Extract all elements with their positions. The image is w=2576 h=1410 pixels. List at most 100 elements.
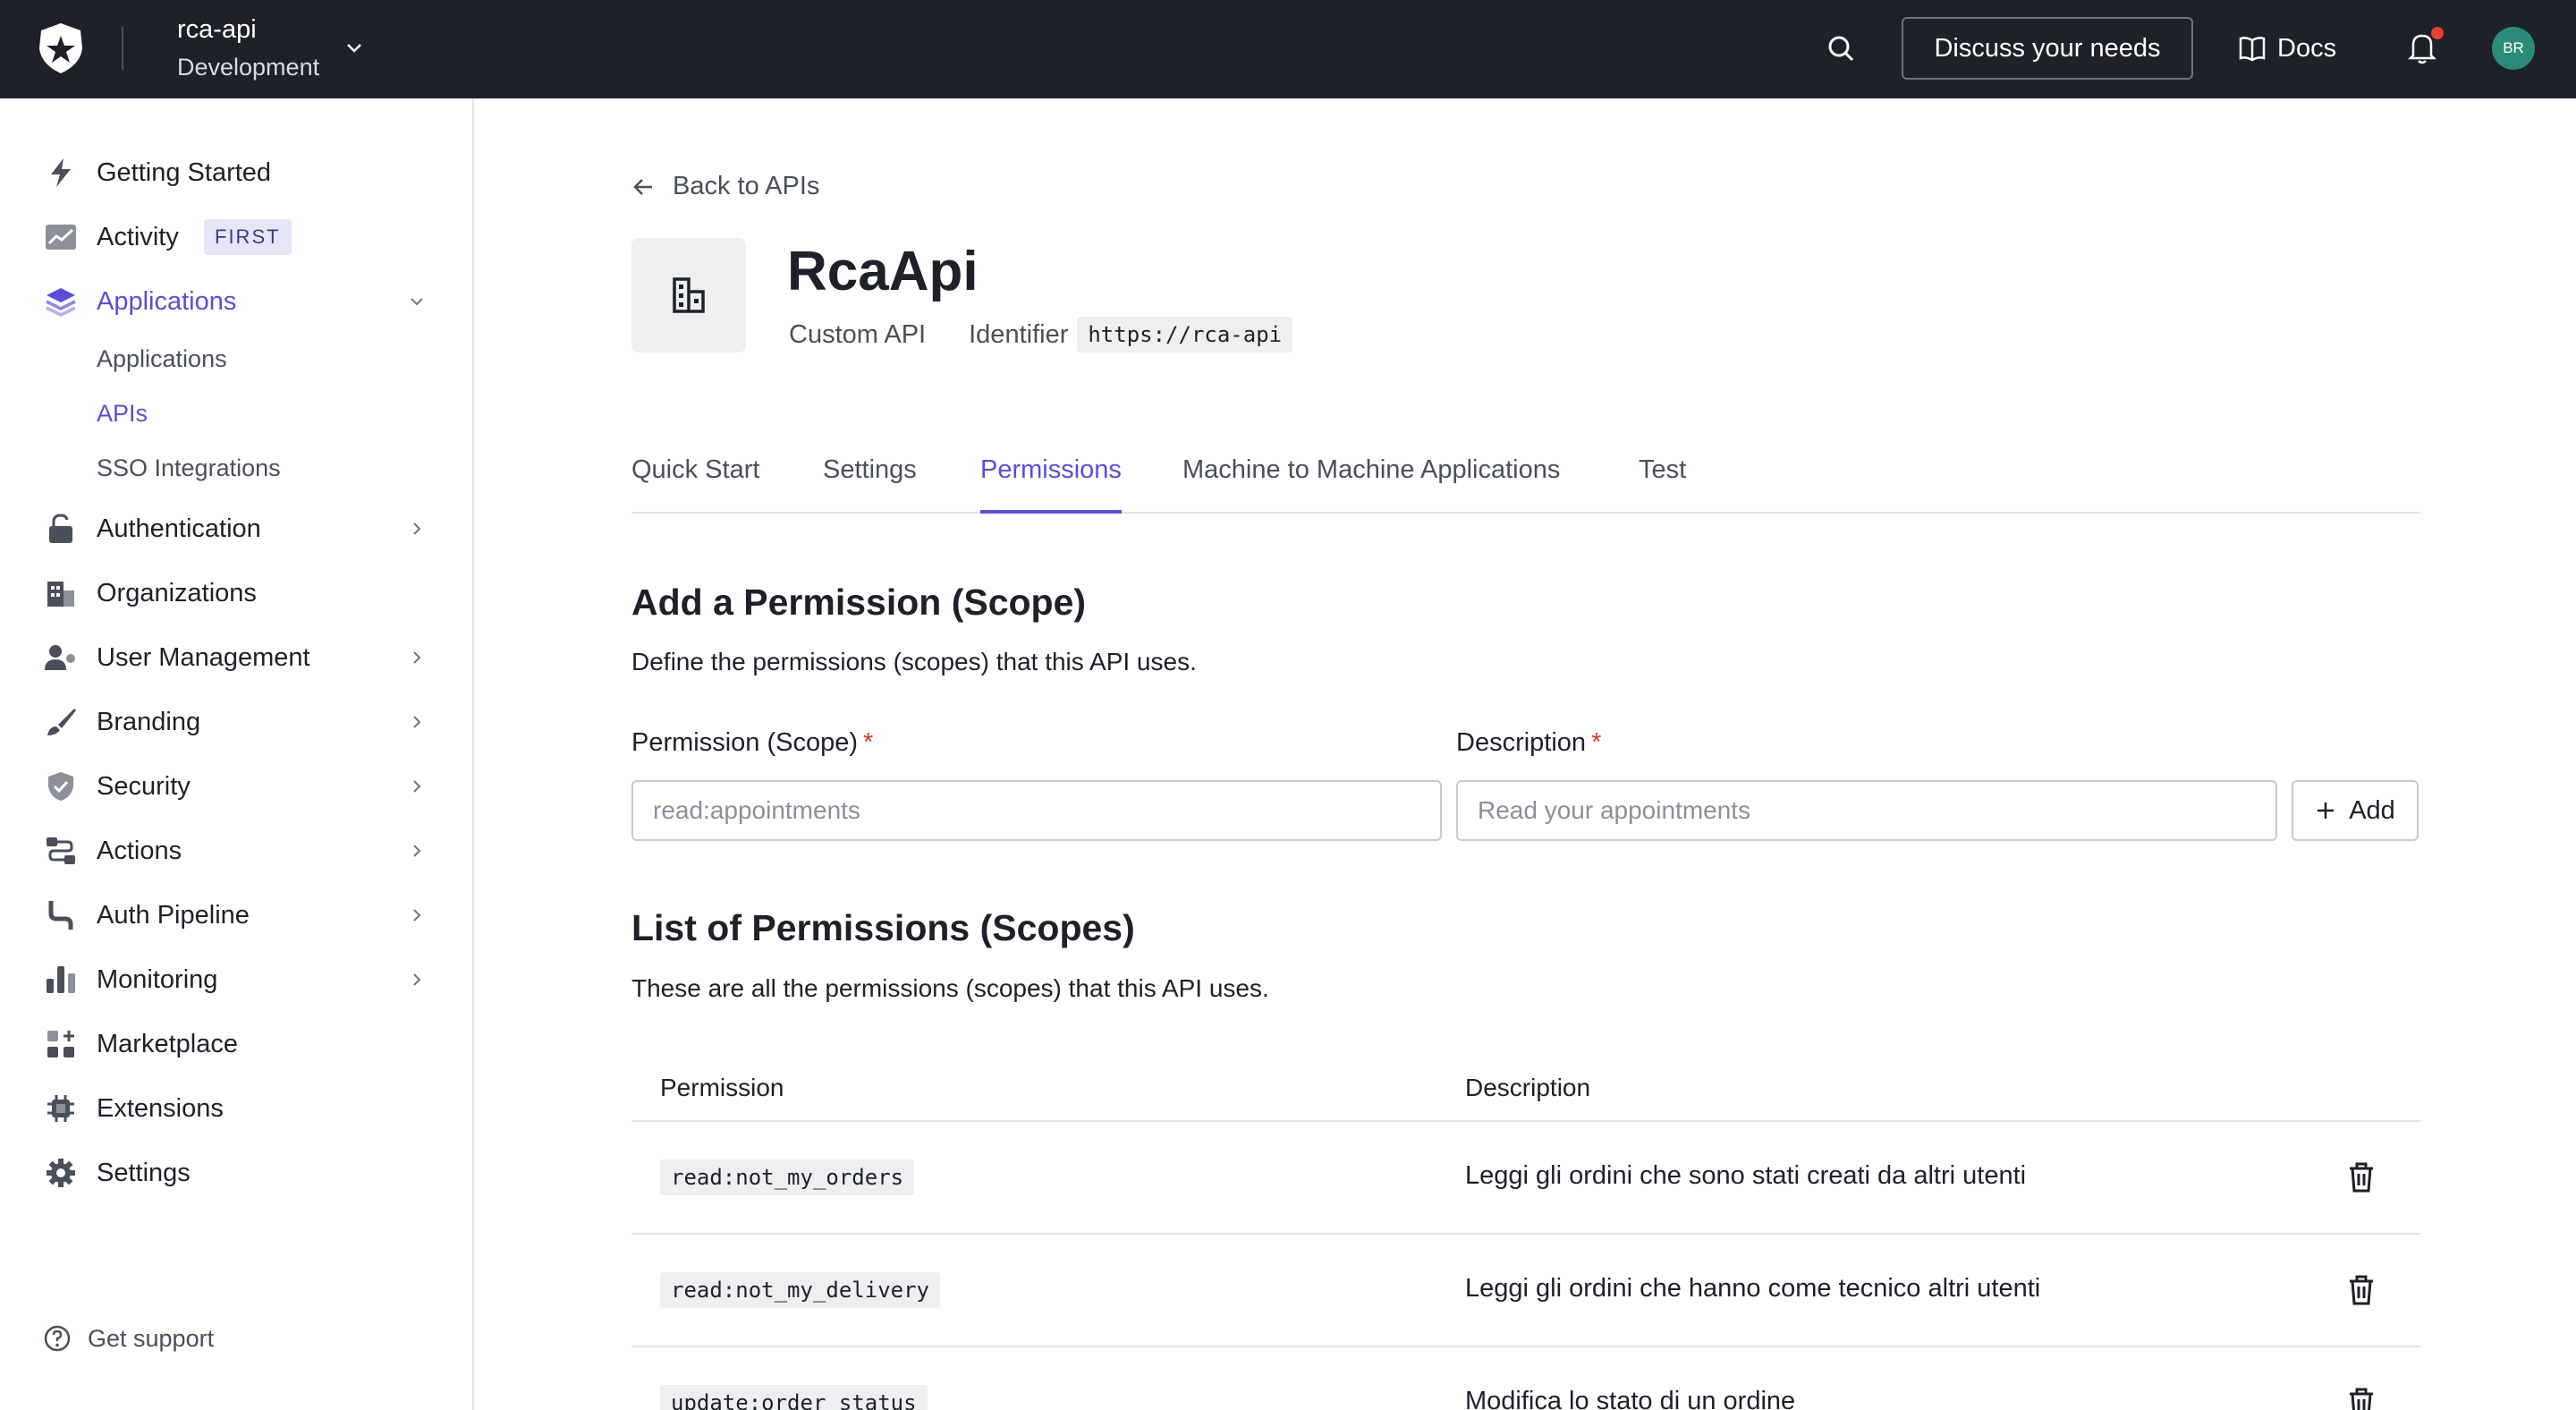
permission-field-label: Permission (Scope) * <box>631 728 873 758</box>
sidebar-item-extensions[interactable]: Extensions <box>0 1082 472 1135</box>
back-to-apis-link[interactable]: Back to APIs <box>631 172 819 201</box>
tenant-switcher[interactable]: rca-api Development <box>177 13 319 84</box>
tab-machine-to-machine[interactable]: Machine to Machine Applications <box>1182 447 1560 514</box>
permission-description: Modifica lo stato di un ordine <box>1465 1387 1796 1410</box>
sidebar-item-label: Getting Started <box>97 157 272 187</box>
discuss-needs-button[interactable]: Discuss your needs <box>1902 17 2193 80</box>
sidebar-item-label: Marketplace <box>97 1029 238 1058</box>
avatar[interactable]: BR <box>2492 27 2535 70</box>
tab-quick-start[interactable]: Quick Start <box>631 447 759 514</box>
gear-icon <box>43 1155 79 1191</box>
chevron-right-icon <box>413 716 421 728</box>
paintbrush-icon <box>43 704 79 740</box>
description-input[interactable] <box>1456 780 2277 841</box>
description-field-label: Description * <box>1456 728 1601 758</box>
tab-bar: Quick Start Settings Permissions Machine… <box>631 447 2420 514</box>
tab-permissions[interactable]: Permissions <box>980 447 1122 514</box>
sidebar-subitem-applications[interactable]: Applications <box>97 345 227 373</box>
back-label: Back to APIs <box>673 172 820 200</box>
sidebar-item-label: User Management <box>97 642 310 672</box>
chevron-right-icon <box>413 973 421 986</box>
docs-label: Docs <box>2277 33 2337 63</box>
chevron-right-icon <box>413 909 421 922</box>
get-support-label: Get support <box>88 1324 215 1352</box>
search-icon[interactable] <box>1825 32 1857 64</box>
table-row: read:not_my_orders Leggi gli ordini che … <box>631 1122 2420 1235</box>
sidebar-item-label: Applications <box>97 286 237 316</box>
add-permission-heading: Add a Permission (Scope) <box>631 582 1087 623</box>
sidebar-item-security[interactable]: Security <box>0 760 472 813</box>
bar-chart-icon <box>43 962 79 998</box>
sidebar-item-marketplace[interactable]: Marketplace <box>0 1017 472 1071</box>
add-permission-button[interactable]: Add <box>2292 780 2419 841</box>
chevron-down-icon <box>411 298 423 306</box>
identifier-label: Identifier <box>969 319 1069 349</box>
sidebar-item-label: Extensions <box>97 1093 224 1123</box>
permission-input[interactable] <box>631 780 1442 841</box>
column-header-description: Description <box>1465 1074 1591 1101</box>
sidebar-item-branding[interactable]: Branding <box>0 695 472 749</box>
lock-icon <box>43 511 79 547</box>
trash-icon[interactable] <box>2347 1161 2376 1193</box>
permissions-table-header: Permission Description <box>631 1056 2420 1122</box>
permission-scope: read:not_my_orders <box>660 1159 915 1195</box>
sidebar-item-settings[interactable]: Settings <box>0 1146 472 1200</box>
top-bar: rca-api Development Discuss your needs D… <box>0 0 2576 98</box>
docs-link[interactable]: Docs <box>2238 23 2336 73</box>
building-icon <box>43 575 79 611</box>
sidebar-subitem-apis[interactable]: APIs <box>97 400 148 428</box>
layers-icon <box>43 284 79 319</box>
topbar-divider <box>122 27 123 70</box>
auth0-logo-icon[interactable] <box>36 21 86 75</box>
tenant-name: rca-api <box>177 15 257 44</box>
column-header-permission: Permission <box>660 1074 784 1101</box>
api-meta: Custom API Identifier https://rca-api <box>789 317 1293 352</box>
sidebar-item-label: Monitoring <box>97 964 218 994</box>
tab-test[interactable]: Test <box>1639 447 1686 514</box>
get-support-link[interactable]: Get support <box>43 1324 214 1353</box>
activity-chart-icon <box>43 219 79 255</box>
sidebar: Getting Started Activity FIRST Applicati… <box>0 98 474 1410</box>
help-circle-icon <box>44 1325 71 1352</box>
identifier-value[interactable]: https://rca-api <box>1077 317 1293 352</box>
users-gear-icon <box>43 640 79 675</box>
permission-scope: update:order_status <box>660 1385 928 1410</box>
tab-settings[interactable]: Settings <box>823 447 917 514</box>
list-permissions-heading: List of Permissions (Scopes) <box>631 907 1135 948</box>
list-permissions-subtitle: These are all the permissions (scopes) t… <box>631 974 1269 1002</box>
sidebar-item-label: Settings <box>97 1158 191 1187</box>
sidebar-item-monitoring[interactable]: Monitoring <box>0 953 472 1007</box>
add-label: Add <box>2349 795 2395 825</box>
first-badge: FIRST <box>204 219 292 255</box>
plus-icon <box>2318 803 2334 819</box>
sidebar-item-label: Security <box>97 771 191 801</box>
sidebar-item-authentication[interactable]: Authentication <box>0 502 472 556</box>
sidebar-item-activity[interactable]: Activity FIRST <box>0 210 472 264</box>
grid-plus-icon <box>43 1026 79 1062</box>
sidebar-item-auth-pipeline[interactable]: Auth Pipeline <box>0 888 472 942</box>
book-icon <box>2239 37 2266 62</box>
permission-scope: read:not_my_delivery <box>660 1272 940 1308</box>
sidebar-item-label: Auth Pipeline <box>97 900 250 930</box>
lightning-icon <box>43 155 79 191</box>
sidebar-item-organizations[interactable]: Organizations <box>0 566 472 620</box>
table-row: read:not_my_delivery Leggi gli ordini ch… <box>631 1235 2420 1347</box>
trash-icon[interactable] <box>2347 1274 2376 1306</box>
pipeline-icon <box>43 897 79 933</box>
add-permission-subtitle: Define the permissions (scopes) that thi… <box>631 648 1197 675</box>
permission-description: Leggi gli ordini che sono stati creati d… <box>1465 1161 2027 1190</box>
sidebar-item-label: Organizations <box>97 578 257 607</box>
sidebar-subitem-sso-integrations[interactable]: SSO Integrations <box>97 454 281 482</box>
chip-icon <box>43 1091 79 1126</box>
trash-icon[interactable] <box>2347 1387 2376 1410</box>
flow-icon <box>43 833 79 869</box>
tenant-environment: Development <box>177 54 320 81</box>
sidebar-item-user-management[interactable]: User Management <box>0 631 472 684</box>
sidebar-item-actions[interactable]: Actions <box>0 824 472 878</box>
required-mark: * <box>1591 728 1602 757</box>
api-icon-tile <box>631 238 746 352</box>
sidebar-item-applications[interactable]: Applications <box>0 275 472 328</box>
chevron-down-icon[interactable] <box>343 38 365 59</box>
sidebar-item-getting-started[interactable]: Getting Started <box>0 146 472 200</box>
api-type: Custom API <box>789 319 927 349</box>
